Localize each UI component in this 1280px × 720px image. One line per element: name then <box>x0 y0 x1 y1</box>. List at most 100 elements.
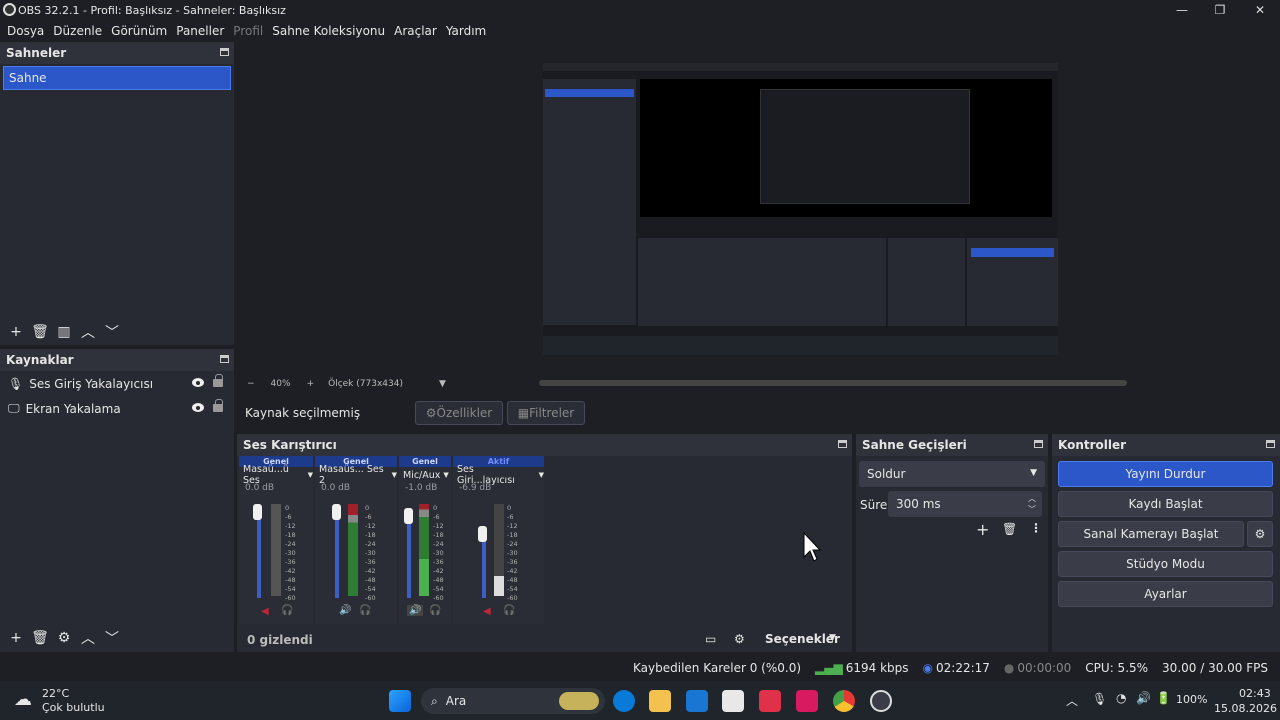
preview-canvas[interactable] <box>543 63 1058 355</box>
volume-slider[interactable] <box>335 508 339 598</box>
headphones-icon[interactable]: 🎧 <box>281 605 293 616</box>
chevron-down-icon: ▼ <box>443 471 449 479</box>
headphones-icon[interactable]: 🎧 <box>503 605 515 616</box>
headphones-icon[interactable]: 🎧 <box>429 605 441 616</box>
volume-knob[interactable] <box>404 508 413 524</box>
filters-button[interactable]: ▦ Filtreler <box>507 401 585 425</box>
bitrate: 6194 kbps <box>845 661 909 675</box>
undock-icon[interactable] <box>1266 440 1275 448</box>
source-item[interactable]: 🎙 Ses Giriş Yakalayıcısı <box>0 371 234 396</box>
muted-speaker-icon[interactable]: ◀ <box>261 606 269 617</box>
move-up-icon[interactable]: ︿ <box>78 322 98 342</box>
menu-docks[interactable]: Paneller <box>176 24 224 38</box>
menu-bar: Dosya Düzenle Görünüm Paneller Profil Sa… <box>0 20 1280 41</box>
menu-edit[interactable]: Düzenle <box>53 24 102 38</box>
layout-icon[interactable]: ▭ <box>705 632 716 646</box>
gear-icon[interactable]: ⚙ <box>54 628 74 648</box>
headphones-icon[interactable]: 🎧 <box>359 605 371 616</box>
level-meter <box>271 504 281 596</box>
wifi-icon[interactable]: ◔ <box>1116 691 1126 705</box>
add-icon[interactable]: + <box>976 520 989 539</box>
battery-icon[interactable]: 🔋 <box>1156 691 1171 705</box>
volume-icon[interactable]: 🔊 <box>1136 691 1151 705</box>
trash-icon[interactable]: 🗑 <box>30 628 50 648</box>
chevron-down-icon[interactable]: ▼ <box>439 379 446 389</box>
menu-view[interactable]: Görünüm <box>111 24 167 38</box>
scene-item[interactable]: Sahne <box>3 66 231 90</box>
filter-icon[interactable]: ▥ <box>54 322 74 342</box>
clock-date[interactable]: 15.08.2026 <box>1214 702 1277 715</box>
volume-knob[interactable] <box>478 526 487 542</box>
properties-button[interactable]: ⚙ Özellikler <box>415 401 503 425</box>
start-record-button[interactable]: Kaydı Başlat <box>1058 491 1273 517</box>
channel-name-select[interactable]: Masaüs... Ses 2 ▼ <box>315 464 397 486</box>
move-down-icon[interactable]: ﹀ <box>102 322 122 342</box>
windows-start-icon[interactable] <box>389 690 411 712</box>
move-down-icon[interactable]: ﹀ <box>102 628 122 648</box>
settings-button[interactable]: Ayarlar <box>1058 581 1273 607</box>
minimize-button[interactable]: — <box>1162 0 1202 20</box>
volume-knob[interactable] <box>332 504 341 520</box>
source-item[interactable]: 🖵 Ekran Yakalama <box>0 396 234 421</box>
virtual-camera-button[interactable]: Sanal Kamerayı Başlat <box>1058 521 1244 547</box>
hidden-count: 0 gizlendi <box>247 633 313 647</box>
add-icon[interactable]: + <box>6 628 26 648</box>
channel-name-select[interactable]: Mic/Aux ▼ <box>399 467 451 483</box>
chrome-icon[interactable] <box>833 690 855 712</box>
studio-mode-button[interactable]: Stüdyo Modu <box>1058 551 1273 577</box>
zoom-in-icon[interactable]: + <box>307 379 315 389</box>
weather-cloud-icon[interactable]: ☁ <box>14 689 32 710</box>
mixer-settings-icon[interactable]: ⚙ <box>734 632 745 646</box>
eye-icon[interactable] <box>192 378 204 387</box>
clock-time[interactable]: 02:43 <box>1239 687 1271 700</box>
chevron-down-icon[interactable]: ▼ <box>829 633 836 643</box>
edge-icon[interactable] <box>613 690 635 712</box>
scale-select[interactable]: Ölçek (773x434) <box>328 379 403 389</box>
virtual-camera-settings-button[interactable]: ⚙ <box>1247 521 1273 547</box>
eye-icon[interactable] <box>192 403 204 412</box>
spinner-icon[interactable]: ︿ ﹀ <box>1028 493 1036 515</box>
microphone-icon[interactable]: 🎙 <box>1092 692 1107 706</box>
tiktok-icon[interactable] <box>796 690 818 712</box>
app-icon[interactable] <box>759 690 781 712</box>
zoom-out-icon[interactable]: − <box>247 379 255 389</box>
trash-icon[interactable]: 🗑 <box>1002 522 1017 536</box>
menu-scene-collection[interactable]: Sahne Koleksiyonu <box>272 24 385 38</box>
speaker-icon[interactable]: 🔊 <box>407 605 424 616</box>
stop-stream-button[interactable]: Yayını Durdur <box>1058 461 1273 487</box>
duration-input[interactable]: 300 ms ︿ ﹀ <box>888 491 1042 517</box>
file-explorer-icon[interactable] <box>649 690 671 712</box>
lock-icon[interactable] <box>213 399 223 412</box>
more-icon[interactable]: ⋮ <box>1030 521 1042 535</box>
volume-slider[interactable] <box>257 508 261 598</box>
muted-speaker-icon[interactable]: ◀ <box>483 606 491 617</box>
restore-button[interactable]: ❐ <box>1200 0 1240 20</box>
speaker-icon[interactable]: 🔊 <box>339 605 351 616</box>
move-up-icon[interactable]: ︿ <box>78 628 98 648</box>
volume-slider[interactable] <box>407 512 411 598</box>
menu-file[interactable]: Dosya <box>7 24 44 38</box>
horizontal-scrollbar[interactable] <box>539 380 1127 386</box>
channel-name-select[interactable]: Masaü...ü Ses ▼ <box>239 464 313 486</box>
sources-header: Kaynaklar <box>0 349 234 371</box>
volume-knob[interactable] <box>253 504 262 520</box>
menu-tools[interactable]: Araçlar <box>394 24 437 38</box>
menu-profile[interactable]: Profil <box>233 24 263 38</box>
stream-time: 02:22:17 <box>936 661 990 675</box>
close-button[interactable]: ✕ <box>1240 0 1280 20</box>
menu-help[interactable]: Yardım <box>446 24 486 38</box>
undock-icon[interactable] <box>220 48 229 56</box>
outlook-icon[interactable] <box>686 690 708 712</box>
channel-name-select[interactable]: Ses Giri...layıcısı ▼ <box>453 464 544 486</box>
transition-select[interactable]: Soldur ▼ <box>859 461 1045 487</box>
trash-icon[interactable]: 🗑 <box>30 322 50 342</box>
chevron-up-icon[interactable]: ︿ <box>1066 692 1078 709</box>
undock-icon[interactable] <box>220 355 229 363</box>
taskbar-search[interactable]: ⌕ Ara <box>421 688 605 714</box>
store-icon[interactable] <box>722 690 744 712</box>
add-icon[interactable]: + <box>6 322 26 342</box>
undock-icon[interactable] <box>1034 440 1043 448</box>
lock-icon[interactable] <box>213 374 223 387</box>
undock-icon[interactable] <box>838 440 847 448</box>
obs-taskbar-icon[interactable] <box>870 690 892 712</box>
